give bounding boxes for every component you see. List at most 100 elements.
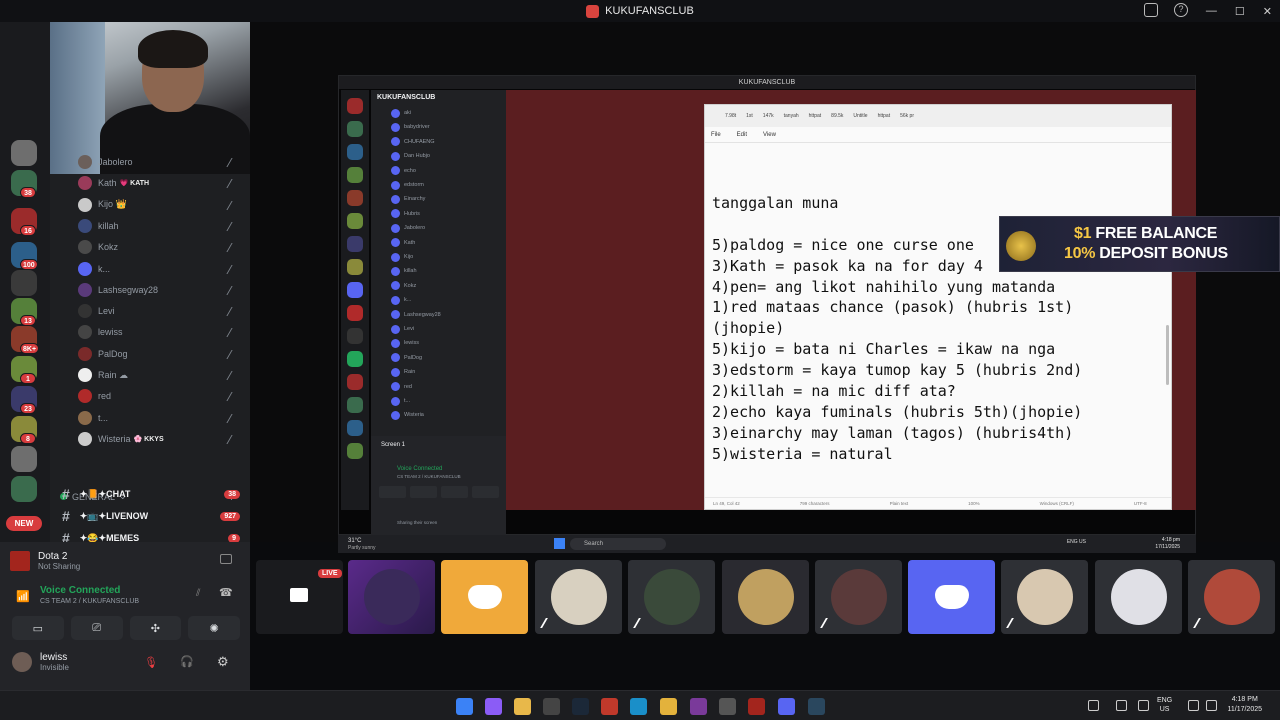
notepad-tab[interactable]: 56k pr	[900, 113, 914, 119]
participant-tile[interactable]	[1095, 560, 1182, 634]
inner-member-item[interactable]: Jabolero	[391, 221, 425, 235]
discord-icon[interactable]	[778, 698, 795, 715]
github-icon[interactable]	[719, 698, 736, 715]
inner-server-icon[interactable]	[347, 190, 363, 206]
notepad-tab[interactable]: httpat	[878, 113, 891, 119]
inner-server-icon[interactable]	[347, 167, 363, 183]
obs-icon[interactable]	[690, 698, 707, 715]
inner-member-item[interactable]: aki	[391, 106, 411, 120]
inner-server-icon[interactable]	[347, 98, 363, 114]
inner-member-item[interactable]: Einarchy	[391, 192, 425, 206]
member-item[interactable]: Levi	[78, 301, 115, 321]
inner-server-icon[interactable]	[347, 351, 363, 367]
member-item[interactable]: Jabolero	[78, 152, 133, 172]
inner-server-icon[interactable]	[347, 121, 363, 137]
notepad-menu-item[interactable]: Edit	[737, 132, 747, 138]
inner-server-icon[interactable]	[347, 282, 363, 298]
steam-icon[interactable]	[572, 698, 589, 715]
dota2-icon[interactable]	[748, 698, 765, 715]
inner-member-item[interactable]: killah	[391, 264, 417, 278]
inner-server-icon[interactable]	[347, 397, 363, 413]
inner-member-item[interactable]: PalDog	[391, 351, 422, 365]
inner-server-icon[interactable]	[347, 259, 363, 275]
member-item[interactable]: Wisteria 🌸 KKYS	[78, 429, 164, 449]
inner-member-item[interactable]: k...	[391, 293, 411, 307]
participant-tile[interactable]	[628, 560, 715, 634]
member-item[interactable]: red	[78, 386, 111, 406]
voice-channel-label[interactable]: CS TEAM 2 / KUKUFANSCLUB	[40, 598, 139, 605]
server-icon[interactable]	[11, 140, 37, 166]
tray-chevron-icon[interactable]	[1088, 700, 1099, 711]
member-item[interactable]: Kath 💗 KATH	[78, 173, 149, 193]
inner-member-item[interactable]: echo	[391, 164, 416, 178]
inner-server-icon[interactable]	[347, 305, 363, 321]
inner-server-icon[interactable]	[347, 374, 363, 390]
participant-tile[interactable]	[1188, 560, 1275, 634]
start-icon[interactable]	[456, 698, 473, 715]
inner-server-icon[interactable]	[347, 236, 363, 252]
member-item[interactable]: killah	[78, 216, 119, 236]
avatar[interactable]	[12, 652, 32, 672]
stream-activity-icon[interactable]	[220, 554, 232, 564]
notepad-menu-item[interactable]: View	[763, 132, 776, 138]
inner-server-icon[interactable]	[347, 420, 363, 436]
chrome-icon[interactable]	[660, 698, 677, 715]
channel-item[interactable]: # ✦📙✦CHAT 38	[58, 484, 242, 504]
inner-member-item[interactable]: red	[391, 380, 412, 394]
network-icon[interactable]	[1116, 700, 1127, 711]
notepad-tab[interactable]: tanyah	[784, 113, 799, 119]
new-unreads-pill[interactable]: NEW	[6, 516, 42, 531]
activities-button[interactable]: ✣	[129, 616, 182, 640]
inner-server-icon[interactable]	[347, 328, 363, 344]
inner-start-icon[interactable]	[554, 538, 565, 549]
file-explorer-icon[interactable]	[514, 698, 531, 715]
steam-running-icon[interactable]	[808, 698, 825, 715]
copilot-icon[interactable]	[485, 698, 502, 715]
help-icon[interactable]: ?	[1174, 3, 1188, 17]
inner-server-icon[interactable]	[347, 443, 363, 459]
notepad-tab[interactable]: 7.98t	[725, 113, 736, 119]
inner-activities-button[interactable]	[441, 486, 468, 498]
user-info[interactable]: lewiss Invisible	[12, 652, 69, 672]
notepad-scrollbar[interactable]	[1166, 325, 1169, 385]
member-item[interactable]: t...	[78, 408, 108, 428]
participant-tile[interactable]	[441, 560, 528, 634]
inner-camera-button[interactable]	[379, 486, 406, 498]
screen-share-button[interactable]: ⎚	[70, 616, 123, 640]
inner-member-item[interactable]: babydriver	[391, 120, 430, 134]
maximize-button[interactable]: ☐	[1235, 5, 1245, 18]
participant-tile[interactable]	[722, 560, 809, 634]
server-icon[interactable]	[11, 476, 37, 502]
server-icon[interactable]	[11, 270, 37, 296]
participant-tile[interactable]	[908, 560, 995, 634]
noise-suppression-icon[interactable]: ⫽	[196, 588, 200, 599]
notepad-tab[interactable]: 147k	[763, 113, 774, 119]
inner-member-item[interactable]: CHUFAENG	[391, 135, 435, 149]
participant-tile[interactable]	[1001, 560, 1088, 634]
participant-tile[interactable]	[535, 560, 622, 634]
member-item[interactable]: lewiss	[78, 322, 123, 342]
edge-icon[interactable]	[630, 698, 647, 715]
server-icon[interactable]	[11, 446, 37, 472]
clock[interactable]: 4:18 PM 11/17/2025	[1227, 695, 1262, 715]
inner-server-icon[interactable]	[347, 213, 363, 229]
headset-icon[interactable]: 🎧	[180, 655, 194, 668]
minimize-button[interactable]: —	[1206, 5, 1217, 17]
inner-member-item[interactable]: Wisteria	[391, 408, 424, 422]
participant-tile[interactable]	[815, 560, 902, 634]
inner-member-item[interactable]: Levi	[391, 322, 414, 336]
inner-search-box[interactable]: Search	[570, 538, 666, 550]
disconnect-icon[interactable]: ☎	[219, 586, 233, 599]
member-item[interactable]: Kokz	[78, 237, 118, 257]
participant-tile[interactable]: LIVE	[256, 560, 343, 634]
inner-member-item[interactable]: Kijo	[391, 250, 413, 264]
notepad-tab[interactable]: 89.5k	[831, 113, 843, 119]
notepad-menu-item[interactable]: File	[711, 132, 721, 138]
member-item[interactable]: PalDog	[78, 344, 128, 364]
voice-connected-label[interactable]: Voice Connected	[40, 585, 120, 596]
signal-icon[interactable]: 📶	[16, 590, 30, 603]
mic-muted-icon[interactable]: 🎙	[144, 656, 158, 669]
camera-off-button[interactable]: ▭	[12, 616, 64, 640]
participant-tile[interactable]	[348, 560, 435, 634]
volume-icon[interactable]	[1206, 700, 1217, 711]
